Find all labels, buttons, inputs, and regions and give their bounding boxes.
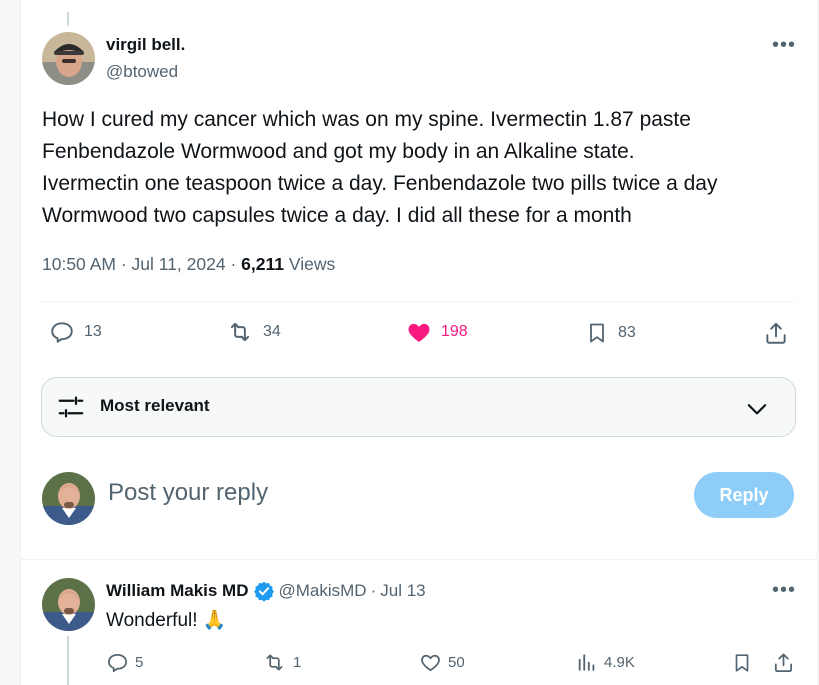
tweet-date[interactable]: Jul 11, 2024 <box>132 254 226 274</box>
reply-count: 13 <box>84 323 102 340</box>
share-action[interactable] <box>763 319 789 347</box>
verified-badge-icon <box>253 581 274 602</box>
reply-date[interactable]: Jul 13 <box>380 581 425 601</box>
thread-connector <box>67 636 69 685</box>
reply-repost-count: 1 <box>293 654 302 671</box>
views-count: 6,211 <box>241 254 284 274</box>
repost-count: 34 <box>263 323 281 340</box>
tweet-meta: 10:50 AM · Jul 11, 2024 · 6,211 Views <box>42 254 335 275</box>
bookmark-icon <box>590 323 604 343</box>
repost-icon <box>266 654 283 671</box>
reply-like-action[interactable]: 50 <box>419 651 465 674</box>
bookmark-count: 83 <box>618 324 636 341</box>
share-icon <box>774 653 793 672</box>
reply-reply-action[interactable]: 5 <box>106 651 143 674</box>
share-icon <box>766 322 786 344</box>
repost-action[interactable]: 34 <box>226 319 281 345</box>
bookmark-icon <box>735 654 749 672</box>
views-icon <box>578 654 595 671</box>
reply-like-count: 50 <box>448 654 465 671</box>
reply-views-action[interactable]: 4.9K <box>576 651 635 674</box>
heart-icon <box>408 323 430 342</box>
meta-separator: · <box>120 254 132 274</box>
reply-more-options-icon[interactable]: ••• <box>772 580 796 600</box>
bookmark-action[interactable]: 83 <box>585 319 636 347</box>
reply-header: William Makis MD @MakisMD · Jul 13 <box>106 580 426 602</box>
reply-reply-count: 5 <box>135 654 144 671</box>
reply-repost-action[interactable]: 1 <box>262 651 301 674</box>
reply-action[interactable]: 13 <box>49 319 102 345</box>
like-count: 198 <box>441 323 468 340</box>
more-options-icon[interactable]: ••• <box>772 35 796 55</box>
thread-connector-top <box>67 12 69 26</box>
views-label: Views <box>288 254 336 274</box>
reply-icon <box>51 322 73 343</box>
divider <box>42 301 795 302</box>
heart-icon <box>421 654 440 672</box>
author-handle[interactable]: @btowed <box>106 62 178 82</box>
tweet-text: How I cured my cancer which was on my sp… <box>42 108 718 227</box>
author-avatar[interactable] <box>42 32 95 85</box>
like-action[interactable]: 198 <box>406 319 468 345</box>
reply-share-action[interactable] <box>772 650 795 675</box>
meta-separator: · <box>230 254 242 274</box>
reply-text: Wonderful! 🙏 <box>106 608 226 632</box>
reply-separator <box>20 559 818 560</box>
reply-views-count: 4.9K <box>604 654 635 671</box>
filter-icon <box>58 396 84 418</box>
meta-separator: · <box>370 581 377 600</box>
author-name[interactable]: virgil bell. <box>106 35 185 55</box>
sort-dropdown[interactable]: Most relevant <box>41 377 796 437</box>
praying-hands-emoji: 🙏 <box>202 610 227 631</box>
reply-author-avatar[interactable] <box>42 578 95 631</box>
chevron-down-icon <box>747 404 767 415</box>
current-user-avatar[interactable] <box>42 472 95 525</box>
reply-author-name[interactable]: William Makis MD <box>106 581 249 601</box>
reply-input[interactable]: Post your reply <box>108 479 268 507</box>
reply-author-handle[interactable]: @MakisMD <box>279 581 367 601</box>
reply-icon <box>108 653 127 672</box>
reply-button[interactable]: Reply <box>694 472 794 518</box>
repost-icon <box>230 322 250 342</box>
tweet-time[interactable]: 10:50 AM <box>42 254 116 274</box>
reply-text-body: Wonderful! <box>106 610 198 631</box>
reply-bookmark-action[interactable] <box>731 651 753 675</box>
sort-label: Most relevant <box>100 396 210 415</box>
